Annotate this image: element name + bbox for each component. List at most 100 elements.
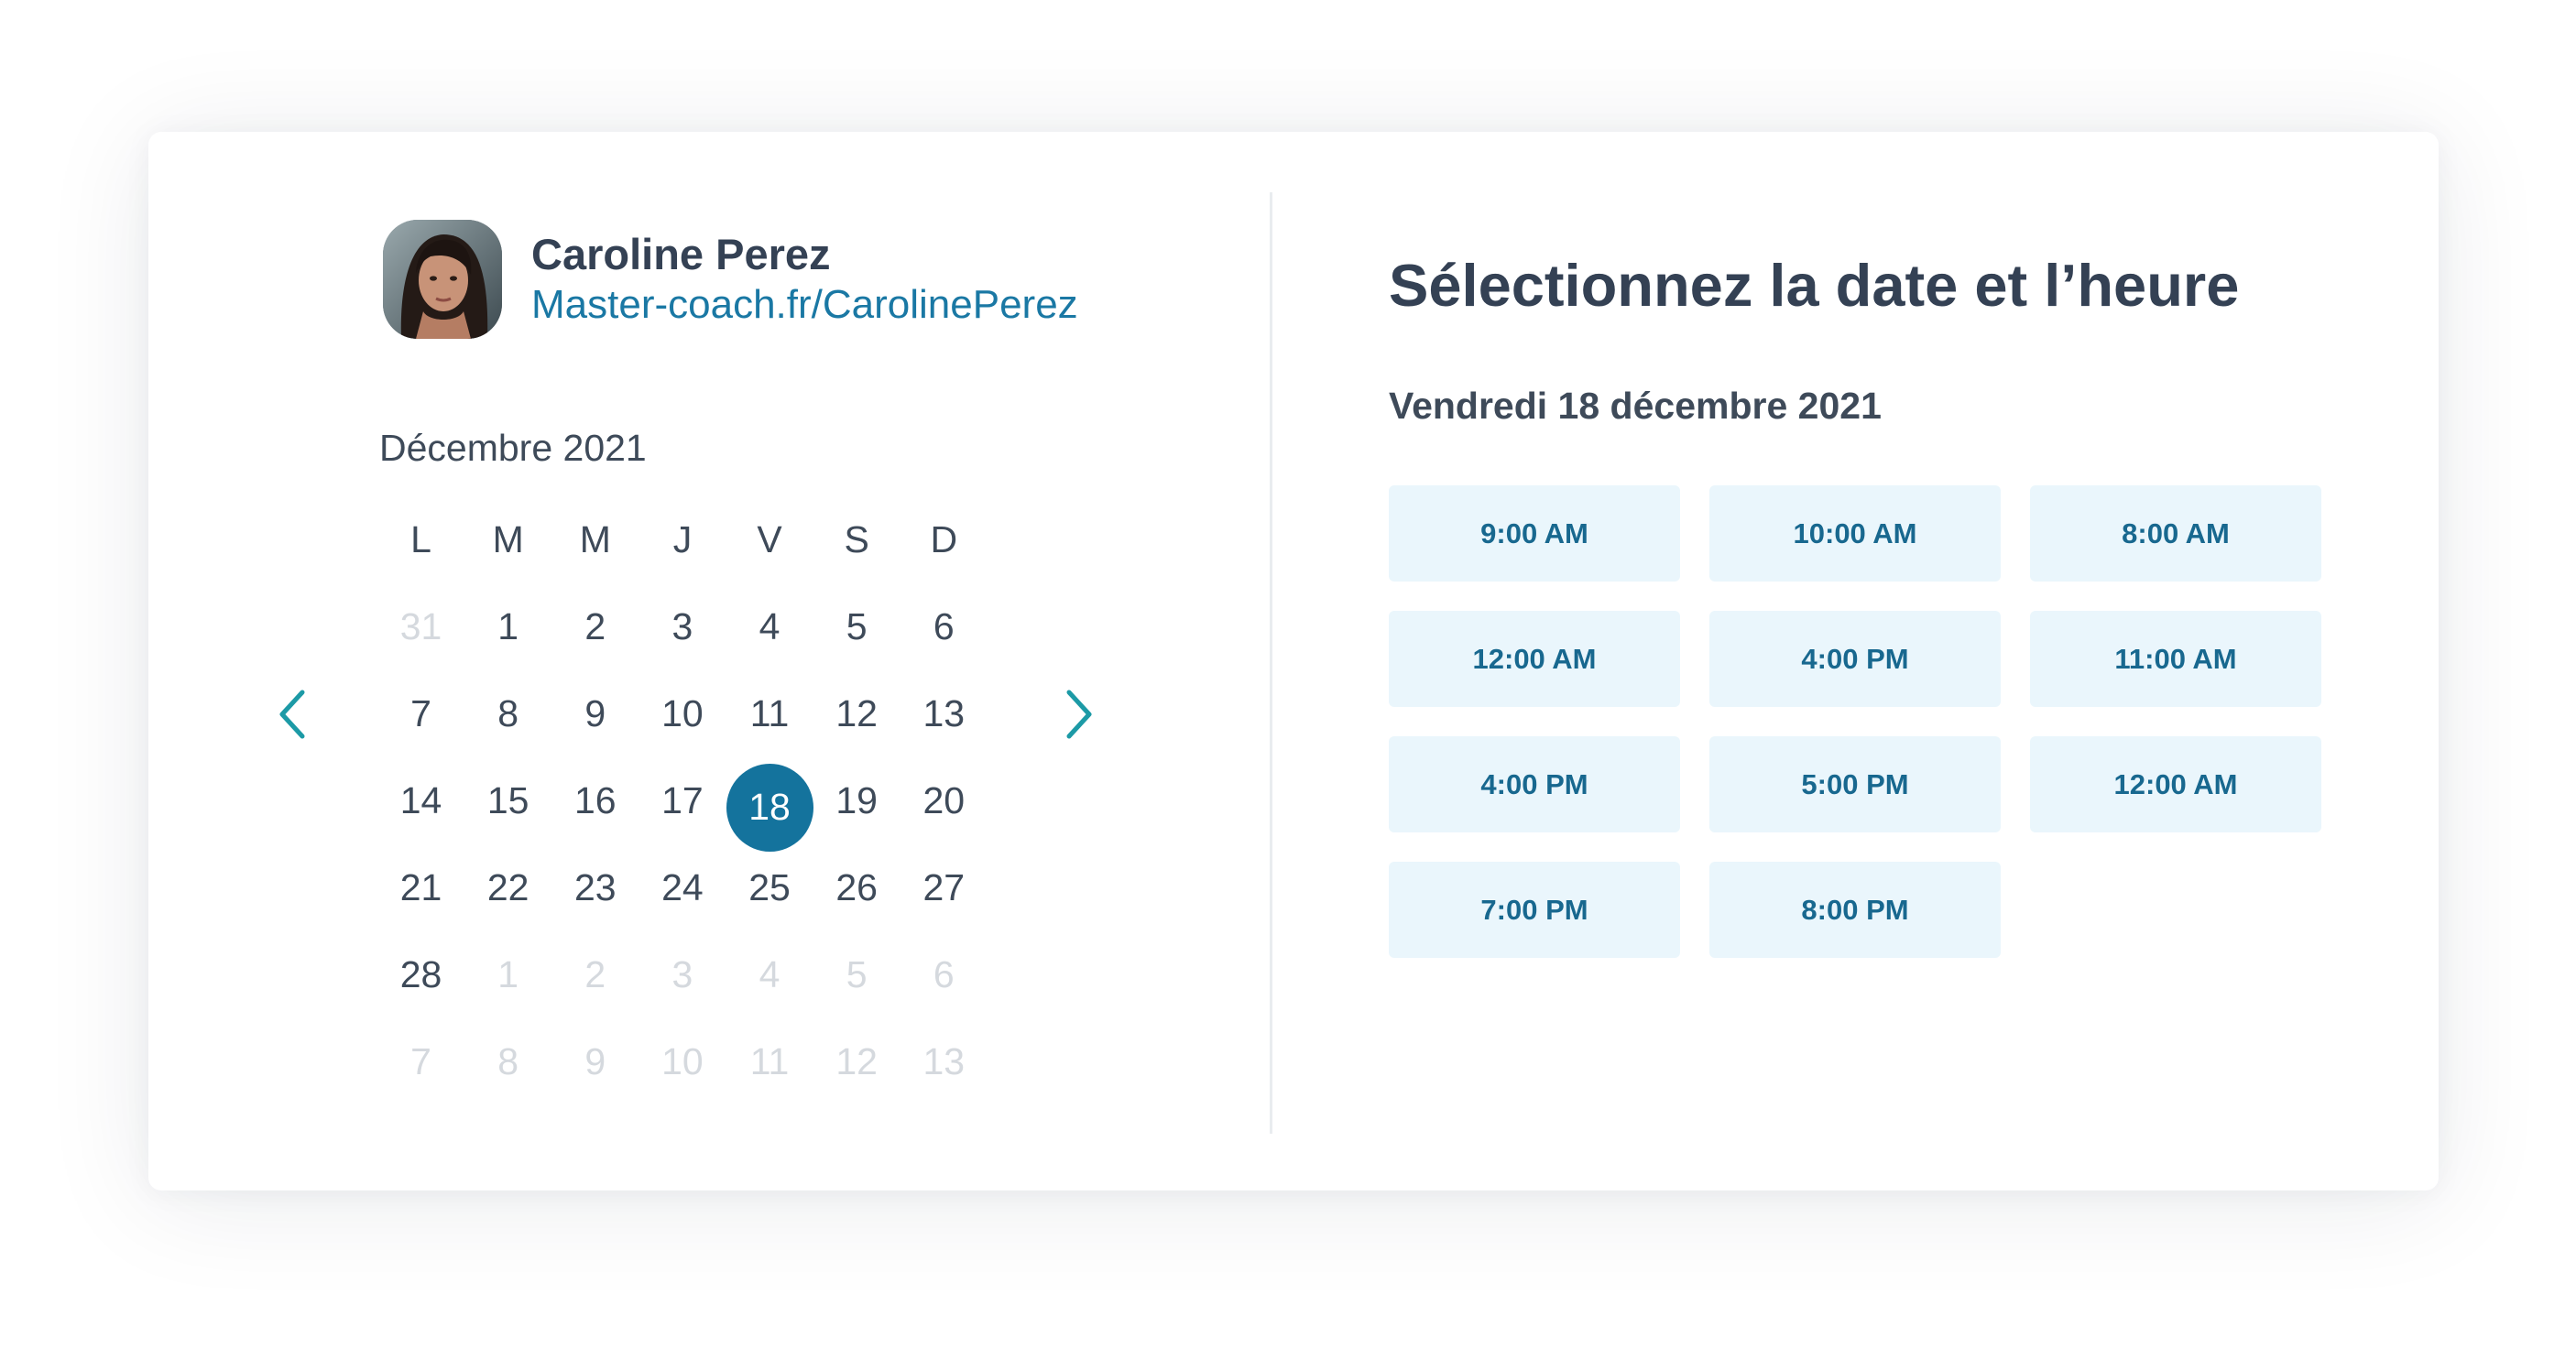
calendar-day[interactable]: 26 <box>813 844 901 931</box>
calendar-day[interactable]: 27 <box>901 844 988 931</box>
calendar-day[interactable]: 8 <box>464 670 551 757</box>
calendar-day-label: 3 <box>671 605 693 647</box>
calendar-day-label: 6 <box>933 605 955 647</box>
calendar-day-outside-month: 1 <box>464 931 551 1018</box>
calendar-day[interactable]: 13 <box>901 670 988 757</box>
calendar-day-label: 10 <box>661 1040 704 1082</box>
time-slot-button[interactable]: 8:00 PM <box>1709 862 2001 958</box>
calendar-day-label: 25 <box>748 866 791 908</box>
calendar-day-label: 19 <box>835 779 878 821</box>
calendar-day-label: 1 <box>497 953 519 995</box>
calendar-day[interactable]: 21 <box>377 844 464 931</box>
time-slot-button[interactable]: 4:00 PM <box>1389 736 1680 832</box>
calendar-day-outside-month: 6 <box>901 931 988 1018</box>
calendar-day-label: 31 <box>399 605 442 647</box>
calendar-day-label: 24 <box>661 866 704 908</box>
calendar-day-outside-month: 8 <box>464 1018 551 1105</box>
calendar-day[interactable]: 12 <box>813 670 901 757</box>
calendar-day-label: 4 <box>759 605 780 647</box>
host-profile-link[interactable]: Master-coach.fr/CarolinePerez <box>531 282 1078 328</box>
calendar-day[interactable]: 16 <box>551 757 639 844</box>
calendar-day-outside-month: 11 <box>726 1018 813 1105</box>
weekday-header: V <box>757 518 782 560</box>
calendar-day-outside-month: 2 <box>551 931 639 1018</box>
time-slot-button[interactable]: 8:00 AM <box>2030 485 2321 582</box>
calendar-day-outside-month: 5 <box>813 931 901 1018</box>
calendar-grid: L M M J V S D 31 1 2 3 4 5 6 7 8 9 10 11 12 13 14 15 16 1… <box>377 496 988 1105</box>
calendar-day[interactable]: 10 <box>639 670 726 757</box>
calendar-day-label: 9 <box>584 1040 606 1082</box>
calendar-day-label: 14 <box>399 779 442 821</box>
calendar-day[interactable]: 24 <box>639 844 726 931</box>
calendar-day-label: 28 <box>399 953 442 995</box>
time-slot-button[interactable]: 12:00 AM <box>1389 611 1680 707</box>
calendar-day-label: 10 <box>661 692 704 734</box>
calendar-day-label: 22 <box>486 866 529 908</box>
calendar-day-label: 5 <box>846 953 868 995</box>
time-slot-button[interactable]: 5:00 PM <box>1709 736 2001 832</box>
calendar-day[interactable]: 17 <box>639 757 726 844</box>
calendar-day[interactable]: 19 <box>813 757 901 844</box>
calendar-day[interactable]: 15 <box>464 757 551 844</box>
weekday-header: M <box>492 518 524 560</box>
calendar-day[interactable]: 23 <box>551 844 639 931</box>
calendar-day[interactable]: 2 <box>551 583 639 670</box>
calendar-day-label: 7 <box>410 692 431 734</box>
calendar-day-label: 18 <box>726 763 813 852</box>
time-slot-button[interactable]: 7:00 PM <box>1389 862 1680 958</box>
time-slot-button[interactable]: 4:00 PM <box>1709 611 2001 707</box>
time-slot-button[interactable]: 10:00 AM <box>1709 485 2001 582</box>
calendar-day[interactable]: 25 <box>726 844 813 931</box>
calendar-day[interactable]: 3 <box>639 583 726 670</box>
calendar-day-label: 11 <box>749 1040 790 1082</box>
calendar-day[interactable]: 28 <box>377 931 464 1018</box>
time-slot-button[interactable]: 9:00 AM <box>1389 485 1680 582</box>
calendar-day-label: 12 <box>835 692 878 734</box>
calendar-day-label: 4 <box>759 953 780 995</box>
previous-month-button[interactable] <box>266 678 321 751</box>
calendar-day-label: 21 <box>399 866 442 908</box>
calendar-day-label: 20 <box>922 779 966 821</box>
calendar-day[interactable]: 9 <box>551 670 639 757</box>
calendar-day-selected[interactable]: 18 <box>726 757 813 852</box>
weekday-header: D <box>930 518 958 560</box>
time-slot-grid: 9:00 AM 10:00 AM 8:00 AM 12:00 AM 4:00 PM 11:… <box>1389 485 2321 958</box>
host-name: Caroline Perez <box>531 230 831 278</box>
calendar-day-label: 13 <box>922 692 966 734</box>
calendar-day-outside-month: 7 <box>377 1018 464 1105</box>
calendar-day-outside-month: 10 <box>639 1018 726 1105</box>
calendar-day[interactable]: 22 <box>464 844 551 931</box>
calendar-day-label: 15 <box>486 779 529 821</box>
booking-card: Caroline Perez Master-coach.fr/CarolineP… <box>148 132 2439 1190</box>
calendar-day-outside-month: 13 <box>901 1018 988 1105</box>
panel-divider <box>1270 192 1272 1134</box>
calendar-day[interactable]: 20 <box>901 757 988 844</box>
calendar-day-label: 1 <box>497 605 519 647</box>
calendar-day-label: 2 <box>584 953 606 995</box>
calendar-day-outside-month: 31 <box>377 583 464 670</box>
calendar-day-outside-month: 9 <box>551 1018 639 1105</box>
avatar-image <box>383 220 502 339</box>
calendar-month-title: Décembre 2021 <box>379 427 647 469</box>
calendar-day-label: 2 <box>584 605 606 647</box>
calendar-day-label: 12 <box>835 1040 878 1082</box>
calendar-day[interactable]: 6 <box>901 583 988 670</box>
calendar-day[interactable]: 14 <box>377 757 464 844</box>
calendar-day[interactable]: 5 <box>813 583 901 670</box>
calendar-day-label: 7 <box>410 1040 431 1082</box>
calendar-day[interactable]: 4 <box>726 583 813 670</box>
chevron-left-icon <box>279 690 305 739</box>
calendar-day-label: 8 <box>497 1040 519 1082</box>
time-slot-button[interactable]: 12:00 AM <box>2030 736 2321 832</box>
calendar-day[interactable]: 7 <box>377 670 464 757</box>
calendar-day-label: 11 <box>749 692 790 734</box>
booking-title: Sélectionnez la date et l’heure <box>1389 252 2240 319</box>
calendar-day[interactable]: 1 <box>464 583 551 670</box>
calendar-day-label: 13 <box>922 1040 966 1082</box>
weekday-header: M <box>579 518 611 560</box>
next-month-button[interactable] <box>1051 678 1106 751</box>
weekday-header: S <box>844 518 869 560</box>
time-slot-button[interactable]: 11:00 AM <box>2030 611 2321 707</box>
calendar-day[interactable]: 11 <box>726 670 813 757</box>
calendar-day-label: 16 <box>574 779 617 821</box>
